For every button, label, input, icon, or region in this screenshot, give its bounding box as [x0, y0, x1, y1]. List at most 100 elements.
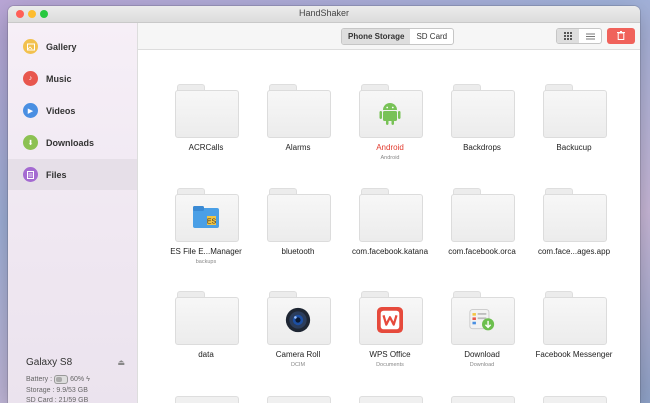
battery-icon	[54, 375, 69, 384]
folder-tile[interactable]: data	[166, 291, 246, 359]
folder-icon	[267, 84, 331, 138]
folder-icon	[543, 188, 607, 242]
storage-selector: Phone Storage SD Card	[341, 28, 455, 45]
folder-icon	[451, 188, 515, 242]
folder-icon-partial[interactable]	[267, 396, 331, 403]
android-icon	[377, 100, 403, 126]
delete-button[interactable]	[607, 28, 635, 44]
folder-icon	[451, 291, 515, 345]
sd-card-info: SD Card : 21/59 GB	[26, 397, 89, 403]
folder-tile[interactable]: Facebook Messenger	[534, 291, 614, 359]
folder-icon	[175, 84, 239, 138]
sidebar-item-gallery[interactable]: Gallery	[8, 31, 137, 62]
gallery-icon	[23, 39, 38, 54]
folder-tile[interactable]: Backucup	[534, 84, 614, 152]
folder-icon	[267, 188, 331, 242]
grid-view-icon[interactable]	[557, 29, 579, 43]
folder-icon	[175, 291, 239, 345]
folder-name: Facebook Messenger	[535, 350, 613, 359]
es-file-explorer-icon: ES	[193, 204, 219, 230]
folder-name: bluetooth	[281, 247, 315, 256]
wps-office-icon	[377, 307, 403, 333]
folder-icon-partial[interactable]	[543, 396, 607, 403]
folder-icon-partial[interactable]	[175, 396, 239, 403]
folder-tile[interactable]: bluetooth	[258, 188, 338, 256]
sidebar-item-label: Videos	[46, 105, 76, 116]
battery-label: Battery :	[26, 376, 53, 383]
download-icon: ⬇	[23, 135, 38, 150]
app-window: HandShaker Gallery ♪ Music ▶ Videos ⬇ Do…	[8, 6, 640, 403]
sidebar-item-label: Files	[46, 169, 67, 180]
battery-row: Battery : 60% ϟ	[26, 375, 136, 384]
folder-icon-partial[interactable]	[359, 396, 423, 403]
title-bar: HandShaker	[8, 6, 640, 23]
folder-tile[interactable]: Android Android	[350, 84, 430, 161]
window-title: HandShaker	[298, 8, 350, 18]
folder-subtitle: Android	[380, 155, 400, 161]
folder-subtitle: DCIM	[290, 362, 306, 368]
folder-tile[interactable]: com.facebook.orca	[442, 188, 522, 256]
folder-icon	[359, 188, 423, 242]
music-icon: ♪	[23, 71, 38, 86]
storage-info: Storage : 9.9/53 GB	[26, 387, 88, 394]
folder-tile[interactable]: Alarms	[258, 84, 338, 152]
folder-icon	[543, 84, 607, 138]
folder-subtitle: Download	[469, 362, 495, 368]
sidebar-item-label: Gallery	[46, 41, 77, 52]
folder-icon-partial[interactable]	[451, 396, 515, 403]
device-name: Galaxy S8	[26, 357, 73, 368]
file-grid: ACRCalls Alarms Android Android Backdrops Bac…	[138, 50, 640, 403]
folder-tile[interactable]: com.facebook.katana	[350, 188, 430, 256]
folder-subtitle: backups	[195, 259, 217, 265]
folder-icon	[451, 84, 515, 138]
video-icon: ▶	[23, 103, 38, 118]
folder-tile[interactable]: com.face...ages.app	[534, 188, 614, 256]
sidebar: Gallery ♪ Music ▶ Videos ⬇ Downloads Fil…	[8, 23, 138, 403]
folder-tile[interactable]: ES ES File E...Manager backups	[166, 188, 246, 265]
folder-name: Download	[464, 350, 500, 359]
folder-tile[interactable]: ACRCalls	[166, 84, 246, 152]
folder-icon: ES	[175, 188, 239, 242]
sidebar-item-music[interactable]: ♪ Music	[8, 63, 137, 94]
tab-phone-storage[interactable]: Phone Storage	[342, 29, 411, 44]
list-view-icon[interactable]	[579, 29, 601, 43]
sidebar-item-videos[interactable]: ▶ Videos	[8, 95, 137, 126]
folder-icon	[543, 291, 607, 345]
toolbar: Phone Storage SD Card	[138, 23, 640, 50]
folder-subtitle: Documents	[376, 362, 404, 368]
tab-sd-card[interactable]: SD Card	[410, 29, 453, 44]
folder-icon	[359, 291, 423, 345]
sidebar-item-label: Music	[46, 73, 72, 84]
view-mode-selector	[556, 28, 602, 44]
folder-tile[interactable]: WPS Office Documents	[350, 291, 430, 368]
folder-name: Alarms	[285, 143, 311, 152]
battery-level-fill	[56, 377, 63, 382]
sidebar-item-label: Downloads	[46, 137, 95, 148]
battery-percent: 60%	[70, 376, 85, 383]
sidebar-item-downloads[interactable]: ⬇ Downloads	[8, 127, 137, 158]
folder-tile[interactable]: Download Download	[442, 291, 522, 368]
sidebar-item-files[interactable]: Files	[8, 159, 137, 190]
folder-name: Backucup	[556, 143, 592, 152]
folder-name: WPS Office	[369, 350, 411, 359]
folder-name: com.facebook.katana	[351, 247, 429, 256]
files-icon	[23, 167, 38, 182]
folder-name: Backdrops	[463, 143, 501, 152]
folder-name: ES File E...Manager	[170, 247, 242, 256]
folder-icon	[267, 291, 331, 345]
trash-icon	[617, 27, 625, 45]
folder-name: com.facebook.orca	[448, 247, 516, 256]
folder-name: data	[198, 350, 214, 359]
folder-name: Android	[376, 143, 404, 152]
device-info: Galaxy S8 Battery : 60% ϟ Storage : 9.9/…	[26, 357, 136, 403]
folder-name: com.face...ages.app	[537, 247, 611, 256]
download-box-icon	[469, 307, 495, 333]
folder-name: Camera Roll	[275, 350, 321, 359]
folder-icon	[359, 84, 423, 138]
camera-lens-icon	[285, 307, 311, 333]
charging-icon: ϟ	[86, 376, 90, 383]
folder-tile[interactable]: Backdrops	[442, 84, 522, 152]
folder-tile[interactable]: Camera Roll DCIM	[258, 291, 338, 368]
svg-text:ES: ES	[207, 219, 217, 226]
folder-name: ACRCalls	[188, 143, 224, 152]
